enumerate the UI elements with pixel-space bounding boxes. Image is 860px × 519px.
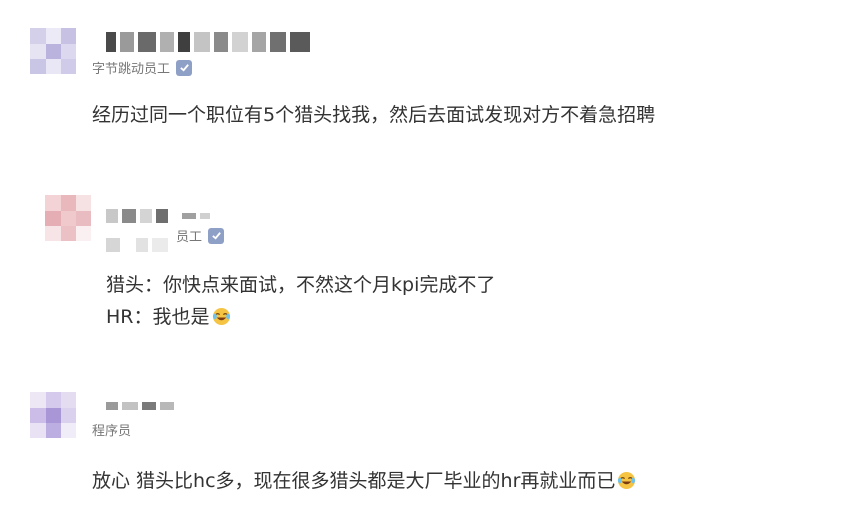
comment-text: 经历过同一个职位有5个猎头找我，然后去面试发现对方不着急招聘 (92, 104, 656, 126)
laughing-crying-emoji-icon (618, 471, 636, 490)
author-title: 程序员 (92, 424, 132, 439)
author-meta: 字节跳动员工 (92, 58, 193, 77)
author-title: 字节跳动员工 (92, 62, 171, 77)
verified-badge-icon (176, 59, 193, 76)
verified-badge-icon (208, 227, 225, 244)
username-redacted[interactable] (106, 32, 314, 52)
comment-thread: 字节跳动员工 经历过同一个职位有5个猎头找我，然后去面试发现对方不着急招聘 员工… (0, 0, 860, 519)
avatar[interactable] (30, 392, 76, 438)
author-meta: 程序员 (92, 420, 131, 439)
username-redacted-line2 (106, 238, 172, 252)
laughing-crying-emoji-icon (212, 307, 230, 326)
comment-text: 放心 猎头比hc多，现在很多猎头都是大厂毕业的hr再就业而已 (92, 466, 636, 496)
username-redacted[interactable] (106, 402, 178, 410)
avatar[interactable] (30, 28, 76, 74)
comment-text-body: 放心 猎头比hc多，现在很多猎头都是大厂毕业的hr再就业而已 (92, 470, 616, 492)
comment-text-line-2-text: HR：我也是 (106, 306, 210, 328)
avatar[interactable] (45, 195, 91, 241)
username-redacted[interactable] (106, 209, 214, 223)
author-title: 员工 (176, 230, 203, 245)
comment-text-line-2: HR：我也是 (106, 302, 231, 332)
author-meta: 员工 (176, 226, 225, 245)
comment-text-line-1: 猎头：你快点来面试，不然这个月kpi完成不了 (106, 274, 496, 296)
